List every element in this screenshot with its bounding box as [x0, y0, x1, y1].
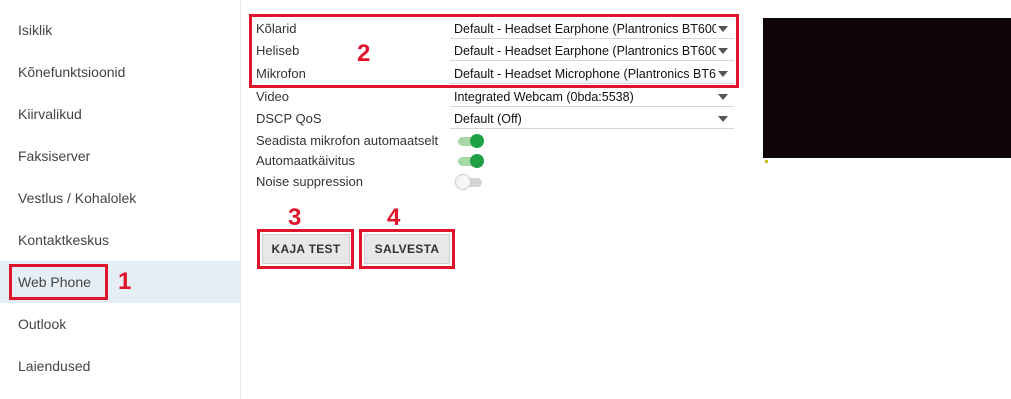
annotation-number-3: 3: [288, 204, 302, 231]
sidebar-item-kontaktkeskus[interactable]: Kontaktkeskus: [0, 219, 240, 261]
autostart-toggle[interactable]: [456, 154, 484, 168]
preview-indicator: [765, 160, 768, 163]
video-select[interactable]: Integrated Webcam (0bda:5538): [450, 87, 734, 107]
auto-mic-label: Seadista mikrofon automaatselt: [256, 133, 439, 148]
sidebar-item-label: Outlook: [18, 316, 67, 332]
sidebar-item-label: Faksiserver: [18, 148, 91, 164]
sidebar-item-label: Isiklik: [18, 22, 53, 38]
sidebar-item-vestlus[interactable]: Vestlus / Kohalolek: [0, 177, 240, 219]
noise-suppression-toggle[interactable]: [456, 175, 484, 189]
speakers-select[interactable]: Default - Headset Earphone (Plantronics …: [450, 19, 734, 39]
toggle-knob: [470, 154, 484, 168]
chevron-down-icon: [718, 70, 728, 77]
sidebar-item-konefunktsioonid[interactable]: Kõnefunktsioonid: [0, 51, 240, 93]
sidebar-item-kiirvalikud[interactable]: Kiirvalikud: [0, 93, 240, 135]
chevron-down-icon: [718, 47, 728, 54]
settings-sidebar: Isiklik Kõnefunktsioonid Kiirvalikud Fak…: [0, 0, 241, 399]
annotation-number-1: 1: [118, 268, 132, 295]
sidebar-item-label: Web Phone: [18, 274, 91, 290]
video-value: Integrated Webcam (0bda:5538): [454, 89, 634, 104]
speakers-value: Default - Headset Earphone (Plantronics …: [454, 21, 716, 36]
sidebar-item-isiklik[interactable]: Isiklik: [0, 9, 240, 51]
speakers-label: Kõlarid: [256, 21, 297, 36]
dscp-label: DSCP QoS: [256, 111, 322, 126]
video-preview: [763, 18, 1011, 158]
chevron-down-icon: [718, 93, 728, 100]
sidebar-item-label: Laiendused: [18, 358, 91, 374]
chevron-down-icon: [718, 25, 728, 32]
toggle-knob: [470, 134, 484, 148]
dscp-value: Default (Off): [454, 111, 522, 126]
annotation-number-4: 4: [387, 204, 401, 231]
chevron-down-icon: [718, 115, 728, 122]
sidebar-item-outlook[interactable]: Outlook: [0, 303, 240, 345]
microphone-select[interactable]: Default - Headset Microphone (Plantronic…: [450, 64, 734, 84]
sidebar-item-label: Kontaktkeskus: [18, 232, 110, 248]
ringer-select[interactable]: Default - Headset Earphone (Plantronics …: [450, 41, 734, 61]
video-label: Video: [256, 89, 290, 104]
sidebar-item-laiendused[interactable]: Laiendused: [0, 345, 240, 387]
auto-mic-toggle[interactable]: [456, 134, 484, 148]
sidebar-item-label: Kõnefunktsioonid: [18, 64, 126, 80]
echo-test-button[interactable]: KAJA TEST: [262, 234, 350, 264]
autostart-label: Automaatkäivitus: [256, 153, 355, 168]
dscp-select[interactable]: Default (Off): [450, 109, 734, 129]
microphone-label: Mikrofon: [256, 66, 306, 81]
toggle-knob: [456, 175, 470, 189]
microphone-value: Default - Headset Microphone (Plantronic…: [454, 66, 716, 81]
sidebar-item-label: Vestlus / Kohalolek: [18, 190, 137, 206]
ringer-value: Default - Headset Earphone (Plantronics …: [454, 43, 716, 58]
noise-suppression-label: Noise suppression: [256, 174, 363, 189]
save-button[interactable]: SALVESTA: [364, 234, 450, 264]
ringer-label: Heliseb: [256, 43, 300, 58]
sidebar-item-faksiserver[interactable]: Faksiserver: [0, 135, 240, 177]
annotation-number-2: 2: [357, 40, 371, 67]
sidebar-item-label: Kiirvalikud: [18, 106, 82, 122]
